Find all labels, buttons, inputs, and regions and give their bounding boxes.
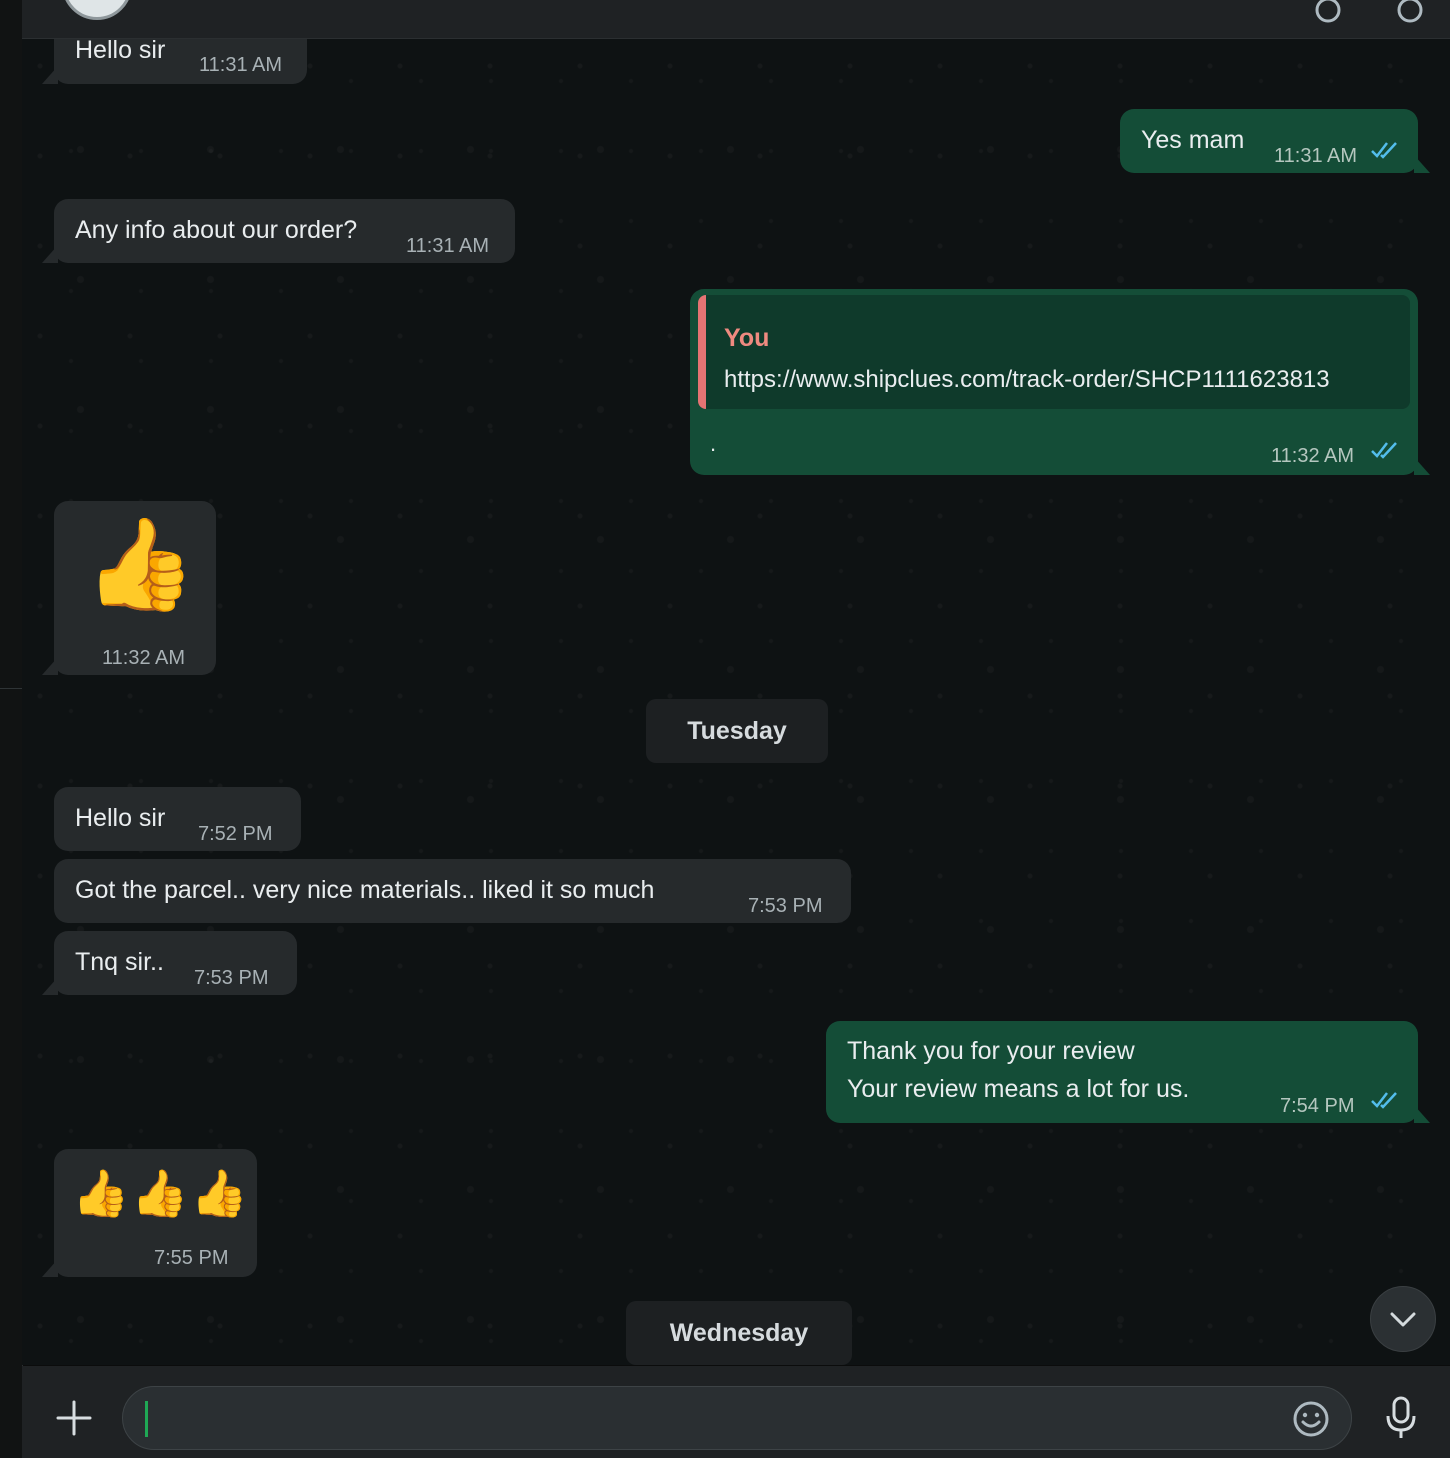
message-time: 11:32 AM: [102, 647, 186, 669]
message-text-line: Your review means a lot for us.: [847, 1075, 1190, 1103]
search-icon[interactable]: [1310, 0, 1350, 32]
message-outgoing[interactable]: Yes mam 11:31 AM: [1120, 109, 1430, 173]
scroll-to-bottom-button[interactable]: [1370, 1286, 1436, 1352]
thumbs-up-emoji: 👍👍👍: [72, 1167, 250, 1219]
message-text: .: [710, 431, 717, 456]
message-outgoing[interactable]: Thank you for your review Your review me…: [826, 1021, 1430, 1123]
message-time: 7:55 PM: [154, 1247, 229, 1269]
message-time: 7:53 PM: [194, 967, 269, 989]
message-incoming[interactable]: Hello sir 7:52 PM: [54, 787, 301, 851]
message-time: 7:53 PM: [748, 895, 823, 917]
message-input[interactable]: [122, 1386, 1352, 1450]
text-caret: [145, 1401, 148, 1437]
message-time: 7:54 PM: [1280, 1095, 1355, 1117]
message-text: Tnq sir..: [75, 948, 164, 976]
message-incoming[interactable]: Tnq sir.. 7:53 PM: [42, 931, 297, 995]
message-incoming-emoji[interactable]: 👍👍👍 7:55 PM: [42, 1149, 257, 1277]
message-text: Hello sir: [75, 804, 166, 832]
message-text: Hello sir: [75, 39, 166, 64]
message-text: Any info about our order?: [75, 216, 358, 244]
message-incoming[interactable]: Any info about our order? 11:31 AM: [42, 199, 515, 263]
message-outgoing-reply[interactable]: You https://www.shipclues.com/track-orde…: [690, 289, 1430, 475]
date-separator: Tuesday: [646, 699, 828, 763]
quote-author: You: [724, 324, 770, 352]
mic-icon[interactable]: [1384, 1396, 1418, 1440]
double-check-icon: [1371, 142, 1397, 159]
message-time: 11:31 AM: [406, 235, 490, 257]
message-time: 11:31 AM: [1274, 145, 1358, 167]
composer: [22, 1366, 1450, 1458]
emoji-icon[interactable]: [1291, 1399, 1331, 1439]
thumbs-up-emoji: 👍: [84, 515, 197, 615]
message-time: 11:31 AM: [199, 54, 283, 76]
chat-header: [22, 0, 1450, 39]
double-check-icon: [1371, 442, 1397, 459]
plus-icon[interactable]: [54, 1398, 94, 1438]
quote-link[interactable]: https://www.shipclues.com/track-order/SH…: [724, 363, 1330, 397]
double-check-icon: [1371, 1092, 1397, 1109]
message-time: 7:52 PM: [198, 823, 273, 845]
quoted-message[interactable]: You https://www.shipclues.com/track-orde…: [698, 295, 1410, 409]
avatar[interactable]: [62, 0, 132, 20]
message-text: Got the parcel.. very nice materials.. l…: [75, 876, 655, 904]
message-incoming[interactable]: Got the parcel.. very nice materials.. l…: [54, 859, 851, 923]
chevron-down-icon: [1390, 1312, 1416, 1327]
message-incoming[interactable]: Hello sir 11:31 AM: [42, 39, 307, 84]
date-separator: Wednesday: [626, 1301, 852, 1365]
message-text-line: Thank you for your review: [847, 1037, 1135, 1065]
left-pane-edge: [0, 0, 23, 1458]
menu-icon[interactable]: [1392, 0, 1432, 32]
message-incoming-emoji[interactable]: 👍 11:32 AM: [42, 501, 216, 675]
message-list[interactable]: Hello sir 11:31 AM Yes mam 11:31 AM Any …: [22, 39, 1450, 1365]
message-time: 11:32 AM: [1271, 445, 1355, 467]
message-text: Yes mam: [1141, 126, 1245, 154]
